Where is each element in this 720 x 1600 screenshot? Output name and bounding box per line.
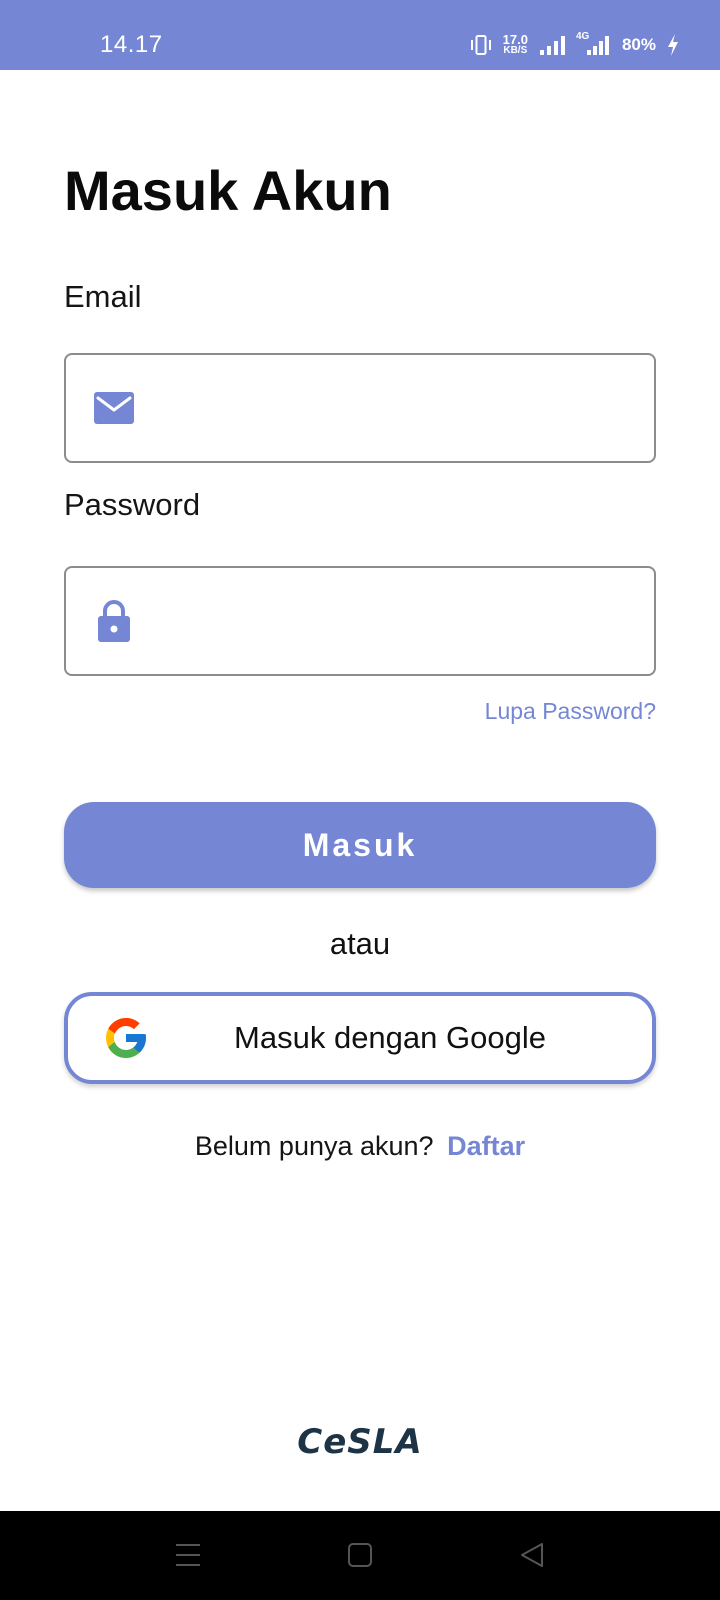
menu-icon[interactable] [168, 1537, 208, 1573]
home-icon[interactable] [340, 1537, 380, 1573]
status-icons: 17.0 KB/S 4G 80% [469, 30, 680, 60]
network-type: 4G [575, 31, 590, 42]
battery-percentage: 80% [621, 35, 656, 54]
google-login-label: Masuk dengan Google [234, 1020, 546, 1055]
vibrate-icon [469, 33, 493, 57]
status-bar: 14.17 17.0 KB/S 4G 80% [0, 0, 720, 70]
4g-signal-icon: 4G [575, 31, 612, 57]
navigation-bar [0, 1511, 720, 1600]
back-icon[interactable] [512, 1537, 552, 1573]
net-speed-unit: KB/S [503, 45, 528, 56]
divider-text: atau [329, 926, 391, 961]
charging-icon [666, 33, 680, 57]
google-login-button[interactable]: Masuk dengan Google [64, 992, 656, 1084]
email-label: Email [64, 279, 142, 314]
net-speed: 17.0 KB/S [502, 32, 528, 56]
login-button[interactable]: Masuk [64, 802, 656, 888]
lock-icon [90, 597, 138, 645]
email-input[interactable] [138, 355, 654, 461]
status-time: 14.17 [100, 31, 163, 58]
net-speed-value: 17.0 [502, 32, 528, 47]
register-row: Belum punya akun? Daftar [0, 1129, 720, 1163]
password-input[interactable] [138, 568, 654, 674]
register-link[interactable]: Daftar [447, 1131, 525, 1161]
email-field[interactable] [64, 353, 656, 463]
password-field[interactable] [64, 566, 656, 676]
register-prompt: Belum punya akun? [194, 1131, 434, 1161]
app-logo: CeSLA [297, 1422, 423, 1462]
mail-icon [90, 384, 138, 432]
login-screen: 14.17 17.0 KB/S 4G 80% Masuk Akun Email [0, 0, 720, 1600]
page-title: Masuk Akun [64, 159, 392, 222]
forgot-password-link[interactable]: Lupa Password? [485, 696, 656, 726]
password-label: Password [64, 487, 201, 522]
signal-icon [538, 33, 566, 57]
